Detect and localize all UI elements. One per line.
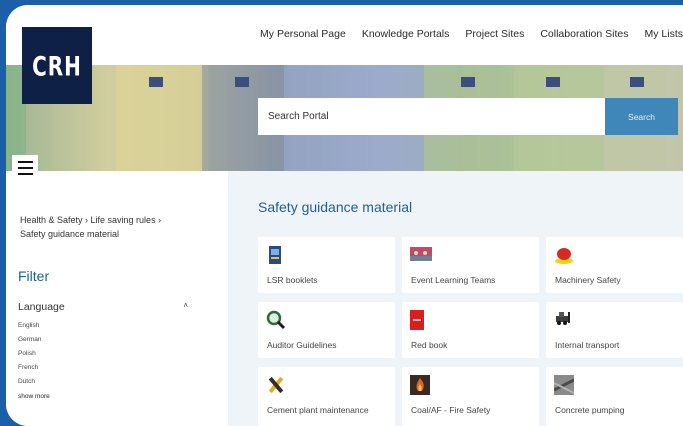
nav-link-knowledge-portals[interactable]: Knowledge Portals (362, 28, 450, 40)
card-cement-plant-maintenance[interactable]: Cement plant maintenance (258, 367, 395, 426)
card-event-learning-teams[interactable]: Event Learning Teams (402, 237, 539, 293)
card-internal-transport[interactable]: Internal transport (546, 302, 683, 358)
card-lsr-booklets[interactable]: LSR booklets (258, 237, 395, 293)
card-label: Internal transport (555, 340, 620, 350)
card-machinery-safety[interactable]: Machinery Safety (546, 237, 683, 293)
portal-window: My Personal Page Knowledge Portals Proje… (6, 5, 683, 426)
card-label: Machinery Safety (555, 275, 621, 285)
chevron-up-icon[interactable]: ˄ (183, 301, 188, 313)
breadcrumb: Health & Safety › Life saving rules › Sa… (20, 213, 220, 241)
search-button[interactable]: Search (605, 98, 678, 135)
breadcrumb-path[interactable]: Health & Safety › Life saving rules › (20, 213, 220, 227)
language-option-english[interactable]: English (18, 319, 41, 333)
nav-link-collaboration-sites[interactable]: Collaboration Sites (540, 28, 628, 40)
search-input[interactable]: Search Portal (258, 98, 605, 135)
card-coal-af-fire-safety[interactable]: Coal/AF - Fire Safety (402, 367, 539, 426)
filter-heading: Filter (18, 268, 50, 284)
card-label: Concrete pumping (555, 405, 625, 415)
fire-icon (410, 375, 430, 395)
nav-links: My Personal Page Knowledge Portals Proje… (260, 28, 683, 40)
emergency-stop-icon (555, 248, 573, 264)
card-label: Event Learning Teams (411, 275, 496, 285)
top-navigation: My Personal Page Knowledge Portals Proje… (6, 5, 683, 65)
card-label: Coal/AF - Fire Safety (411, 405, 491, 415)
language-option-dutch[interactable]: Dutch (18, 375, 41, 389)
crh-logo[interactable]: CRH (22, 27, 92, 104)
language-filter-toggle[interactable]: Language ˄ (18, 301, 188, 313)
language-option-polish[interactable]: Polish (18, 347, 41, 361)
card-label: Cement plant maintenance (267, 405, 369, 415)
language-option-german[interactable]: German (18, 333, 41, 347)
concrete-icon (554, 375, 574, 395)
language-option-french[interactable]: French (18, 361, 41, 375)
card-concrete-pumping[interactable]: Concrete pumping (546, 367, 683, 426)
language-label: Language (18, 301, 65, 313)
card-label: Auditor Guidelines (267, 340, 337, 350)
booklet-icon (269, 246, 281, 264)
forklift-icon (556, 312, 570, 325)
team-image-icon (410, 247, 432, 261)
card-red-book[interactable]: Red book (402, 302, 539, 358)
show-more-link[interactable]: show more (18, 393, 50, 400)
page-title: Safety guidance material (258, 199, 413, 215)
magnifier-icon (266, 310, 286, 330)
main-content: Safety guidance material LSR booklets Ev… (228, 171, 683, 426)
breadcrumb-current: Safety guidance material (20, 229, 120, 239)
language-options: English German Polish French Dutch (18, 319, 41, 389)
card-label: Red book (411, 340, 448, 350)
red-book-icon (410, 310, 424, 330)
nav-link-my-lists[interactable]: My Lists (644, 28, 683, 40)
hamburger-menu-icon[interactable] (12, 155, 38, 181)
search-placeholder: Search Portal (268, 111, 329, 122)
nav-link-project-sites[interactable]: Project Sites (465, 28, 524, 40)
card-label: LSR booklets (267, 275, 318, 285)
sidebar: Health & Safety › Life saving rules › Sa… (6, 171, 226, 426)
logo-text: CRH (32, 49, 82, 82)
tools-icon (268, 376, 284, 394)
card-auditor-guidelines[interactable]: Auditor Guidelines (258, 302, 395, 358)
nav-link-personal-page[interactable]: My Personal Page (260, 28, 346, 40)
